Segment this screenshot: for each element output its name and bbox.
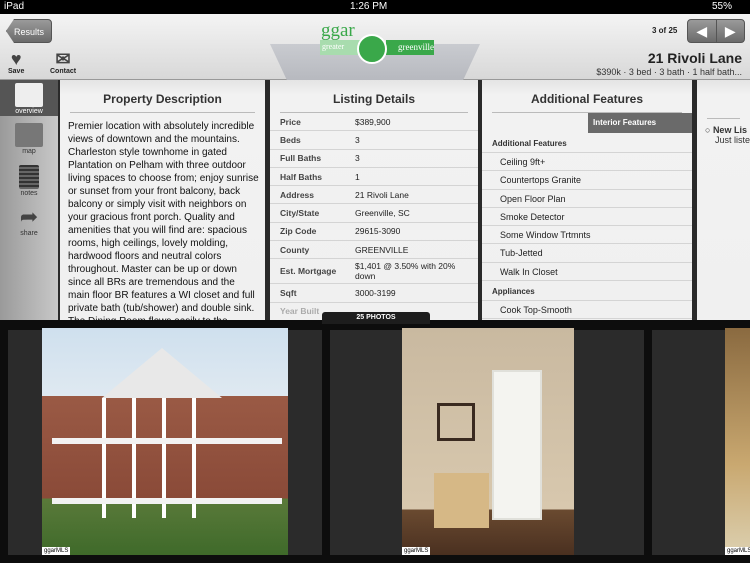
sidebar-item-overview[interactable]: overview	[0, 80, 58, 116]
sidebar-item-notes[interactable]: notes	[0, 162, 58, 197]
feature-item: Some Window Trtmnts	[482, 226, 692, 245]
interior-photo[interactable]: ggarMLS	[725, 328, 750, 555]
detail-row: Beds 3	[270, 131, 478, 150]
contact-button[interactable]: ✉ Contact	[50, 50, 76, 75]
detail-value: GREENVILLE	[355, 244, 409, 255]
header: Results ggar greater greenville 3 of 25 ◀ …	[0, 14, 750, 80]
interior-foyer-photo[interactable]: ggarMLS	[402, 328, 574, 555]
detail-row: Half Baths 1	[270, 168, 478, 187]
detail-value: 3	[355, 134, 360, 145]
detail-row: City/State Greenville, SC	[270, 204, 478, 223]
sidebar: overview map notes ➦ share	[0, 80, 58, 320]
listing-title: 21 Rivoli Lane	[647, 50, 742, 66]
interior-features-tab[interactable]: Interior Features	[588, 113, 692, 133]
map-icon	[15, 123, 43, 147]
chevron-left-icon[interactable]: ◀	[688, 20, 717, 42]
clock: 1:26 PM	[350, 1, 388, 12]
detail-value: 1	[355, 171, 360, 182]
listing-counter: 3 of 25	[652, 26, 678, 35]
house-exterior-photo[interactable]: ggarMLS	[42, 328, 288, 555]
detail-value: 21 Rivoli Lane	[355, 189, 409, 200]
detail-row: Est. Mortgage $1,401 @ 3.50% with 20% dow…	[270, 259, 478, 285]
detail-label: Sqft	[280, 288, 297, 299]
detail-row: Sqft 3000-3199	[270, 284, 478, 303]
description-text: Premier location with absolutely incredi…	[68, 121, 259, 320]
detail-label: Address	[280, 189, 315, 200]
detail-row: Address 21 Rivoli Lane	[270, 186, 478, 205]
detail-value: $1,401 @ 3.50% with 20% down	[355, 261, 456, 282]
detail-value: 3000-3199	[355, 288, 396, 299]
description-title: Property Description	[70, 92, 255, 113]
detail-value: $389,900	[355, 116, 391, 127]
ggar-logo: ggar greater greenville	[320, 20, 435, 66]
feature-item: Countertops Granite	[482, 171, 692, 190]
appliances-heading: Appliances	[482, 283, 692, 302]
details-title: Listing Details	[280, 92, 468, 113]
detail-label: County	[280, 244, 310, 255]
feature-item: Walk In Closet	[482, 263, 692, 282]
next-panel: ○ New Lis Just liste	[697, 80, 750, 320]
mls-watermark: ggarMLS	[42, 547, 71, 555]
features-title: Additional Features	[492, 92, 682, 113]
listing-details-panel: Listing Details Price $389,900 Beds 3 Full B…	[270, 80, 478, 320]
detail-row: Zip Code 29615-3090	[270, 223, 478, 242]
chevron-right-icon[interactable]: ▶	[717, 20, 745, 42]
description-panel: Property Description Premier location wi…	[60, 80, 265, 320]
content: overview map notes ➦ share Property Desc…	[0, 80, 750, 320]
share-icon: ➦	[19, 204, 39, 229]
status-bar: iPad 1:26 PM 55%	[0, 0, 750, 14]
feature-item: Ceiling 9ft+	[482, 153, 692, 172]
mls-watermark: ggarMLS	[725, 547, 750, 555]
listing-summary: $390k · 3 bed · 3 bath · 1 half bath...	[596, 67, 742, 77]
detail-label: Half Baths	[280, 171, 323, 182]
photos-count-tab[interactable]: 25 PHOTOS	[322, 312, 430, 324]
new-listing-label: ○ New Lis	[705, 125, 747, 135]
envelope-icon: ✉	[55, 49, 71, 69]
heart-icon: ♥	[10, 49, 22, 69]
detail-label: City/State	[280, 208, 320, 219]
new-listing-sub: Just liste	[715, 135, 750, 145]
detail-label: Zip Code	[280, 226, 317, 237]
detail-value: 29615-3090	[355, 226, 401, 237]
battery: 55%	[712, 1, 733, 12]
feature-item: Open Floor Plan	[482, 190, 692, 208]
features-heading: Additional Features	[482, 135, 692, 153]
overview-icon	[15, 83, 43, 107]
detail-row: County GREENVILLE	[270, 241, 478, 260]
detail-label: Price	[280, 116, 301, 127]
detail-value: Greenville, SC	[355, 208, 410, 219]
features-panel: Additional Features Interior Features Ad…	[482, 80, 692, 320]
detail-value: 3	[355, 153, 360, 164]
detail-label: Beds	[280, 134, 301, 145]
feature-item: Smoke Detector	[482, 208, 692, 227]
device-label: iPad	[4, 1, 25, 12]
feature-item: Tub-Jetted	[482, 244, 692, 263]
detail-label: Full Baths	[280, 153, 322, 164]
save-button[interactable]: ♥ Save	[8, 50, 24, 75]
notes-icon	[19, 165, 39, 189]
listing-nav: ◀ ▶	[687, 19, 745, 43]
mls-watermark: ggarMLS	[402, 547, 431, 555]
detail-row: Price $389,900	[270, 113, 478, 132]
detail-label: Est. Mortgage	[280, 266, 337, 277]
detail-row: Full Baths 3	[270, 150, 478, 168]
sidebar-item-map[interactable]: map	[0, 120, 58, 155]
feature-item: Cook Top-Smooth	[482, 301, 692, 320]
sidebar-item-share[interactable]: ➦ share	[0, 204, 58, 237]
results-back-button[interactable]: Results	[6, 19, 52, 43]
